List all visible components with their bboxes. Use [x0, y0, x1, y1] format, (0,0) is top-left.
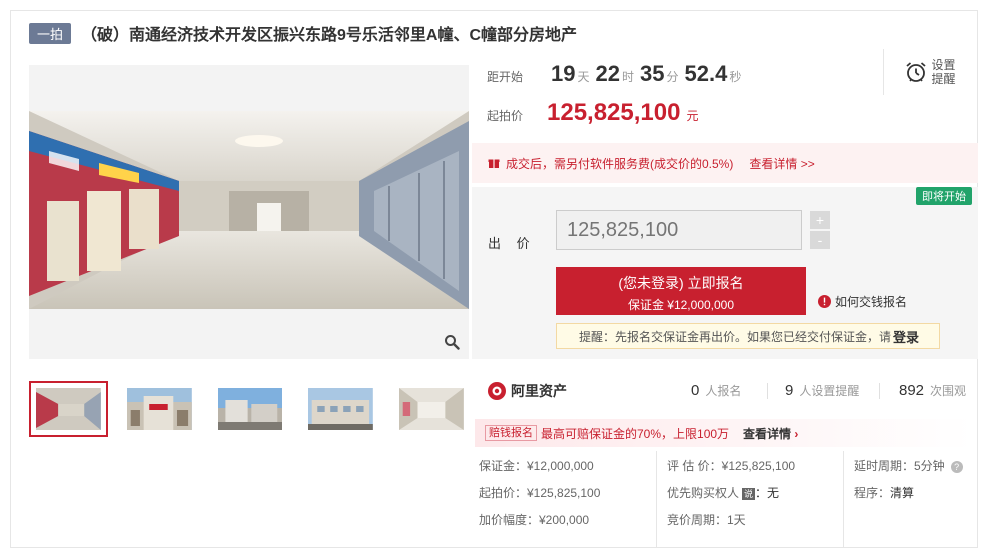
start-price-value: 125,825,100 — [547, 99, 681, 126]
how-to-pay-link[interactable]: 如何交钱报名 — [818, 293, 907, 310]
bid-label: 出 价 — [488, 236, 536, 251]
fee-notice-text: 成交后，需另付软件服务费(成交价的0.5%) — [506, 156, 734, 171]
priority-buyer-value: ：无 — [755, 486, 780, 500]
decrease-bid-button[interactable]: - — [810, 231, 830, 249]
countdown: 距开始 19 天 22 时 35 分 52.4 秒 — [487, 61, 743, 87]
ali-assets-brand: 阿里资产 — [487, 381, 567, 401]
login-link[interactable]: 登录 — [893, 327, 919, 346]
page-title: （破）南通经济技术开发区振兴东路9号乐活邻里A幢、C幢部分房地产 — [81, 27, 578, 44]
fee-notice: 成交后，需另付软件服务费(成交价的0.5%) 查看详情 >> — [472, 143, 978, 183]
reminders-count: 9 — [785, 382, 794, 399]
zoom-button[interactable] — [441, 331, 463, 353]
procedure-value: 清算 — [890, 486, 915, 500]
deposit-info: 保证金：¥12,000,000 — [479, 459, 594, 473]
login-tip-text: 提醒：先报名交保证金再出价。如果您已经交付保证金，请 — [579, 329, 892, 344]
signups-stat: 0 人报名 — [691, 382, 741, 399]
countdown-minutes: 35 — [640, 61, 665, 86]
compensation-promo: 赔钱报名 最高可赔保证金的70%，上限100万 查看详情 › — [475, 419, 973, 447]
procedure-info: 程序：清算 — [854, 484, 914, 501]
help-icon[interactable]: ? — [950, 460, 963, 473]
countdown-seconds-unit: 秒 — [729, 70, 742, 84]
countdown-hours: 22 — [595, 61, 620, 86]
countdown-days: 19 — [551, 61, 576, 86]
reminders-stat: 9 人设置提醒 — [785, 382, 859, 399]
start-price-label: 起拍价 — [487, 109, 524, 123]
status-badge: 即将开始 — [916, 187, 972, 205]
countdown-days-unit: 天 — [577, 70, 590, 84]
views-stat: 892 次围观 — [899, 382, 966, 399]
countdown-label: 距开始 — [487, 70, 524, 84]
set-reminder-label: 设置提醒 — [931, 58, 956, 86]
delay-cycle-text: 延时周期：5分钟 — [854, 459, 945, 473]
fee-details-link[interactable]: 查看详情 >> — [749, 155, 814, 172]
set-reminder-button[interactable]: 设置提醒 — [883, 49, 977, 95]
procedure-label: 程序： — [854, 486, 891, 500]
explain-badge-icon[interactable]: 说 — [742, 487, 756, 500]
promo-details-link[interactable]: 查看详情 › — [743, 425, 798, 442]
priority-buyer-info: 优先购买权人说：无 — [667, 484, 779, 501]
auction-round-tag: 一拍 — [29, 22, 72, 44]
reminders-unit: 人设置提醒 — [799, 384, 860, 398]
bid-amount-input[interactable] — [556, 210, 802, 250]
chevron-right-icon: › — [794, 426, 799, 441]
promo-details-label: 查看详情 — [743, 426, 792, 441]
main-photo[interactable] — [29, 65, 469, 359]
info-icon — [818, 295, 831, 308]
info-divider — [656, 451, 657, 547]
thumbnail-4[interactable] — [301, 381, 381, 437]
stats-divider — [879, 383, 880, 399]
countdown-minutes-unit: 分 — [666, 70, 679, 84]
views-count: 892 — [899, 382, 925, 399]
signup-button-label: (您未登录) 立即报名 — [618, 275, 744, 291]
title-row: 一拍 （破）南通经济技术开发区振兴东路9号乐活邻里A幢、C幢部分房地产 — [29, 21, 577, 45]
info-divider — [843, 451, 844, 547]
auction-card: 一拍 （破）南通经济技术开发区振兴东路9号乐活邻里A幢、C幢部分房地产 距开始 … — [10, 10, 978, 548]
how-to-pay-label: 如何交钱报名 — [835, 295, 908, 309]
gift-icon — [488, 159, 500, 168]
ali-assets-logo-icon — [488, 382, 506, 400]
countdown-hours-unit: 时 — [621, 70, 634, 84]
delay-cycle-info: 延时周期：5分钟? — [854, 457, 963, 474]
magnifier-icon — [445, 335, 460, 350]
start-price-info: 起拍价：¥125,825,100 — [479, 486, 601, 500]
bid-panel: 即将开始 出 价 + - (您未登录) 立即报名 保证金 ¥12,000,000… — [472, 187, 978, 359]
promo-tag: 赔钱报名 — [485, 425, 537, 441]
photo-mall-interior — [29, 111, 469, 309]
thumbnail-1[interactable] — [29, 381, 108, 437]
signups-count: 0 — [691, 382, 700, 399]
signup-button[interactable]: (您未登录) 立即报名 保证金 ¥12,000,000 — [556, 267, 806, 315]
start-price-unit: 元 — [686, 109, 699, 123]
thumbnail-2[interactable] — [119, 381, 199, 437]
bid-cycle-info: 竞价周期：1天 — [667, 513, 746, 527]
signups-unit: 人报名 — [705, 384, 742, 398]
ali-assets-brand-text: 阿里资产 — [511, 383, 567, 399]
alarm-clock-icon — [905, 62, 926, 82]
increase-bid-button[interactable]: + — [810, 211, 830, 229]
countdown-seconds: 52.4 — [684, 61, 728, 86]
priority-buyer-label: 优先购买权人 — [667, 486, 740, 500]
stats-divider — [767, 383, 768, 399]
thumbnail-strip — [29, 381, 471, 437]
thumbnail-3[interactable] — [210, 381, 290, 437]
appraisal-info: 评 估 价：¥125,825,100 — [667, 459, 796, 473]
login-tip: 提醒：先报名交保证金再出价。如果您已经交付保证金，请 登录 — [556, 323, 940, 349]
increment-info: 加价幅度：¥200,000 — [479, 513, 590, 527]
views-unit: 次围观 — [930, 384, 967, 398]
signup-deposit-label: 保证金 ¥12,000,000 — [627, 298, 735, 312]
start-price-row: 起拍价 125,825,100 元 — [487, 99, 698, 127]
thumbnail-5[interactable] — [392, 381, 471, 437]
promo-text: 最高可赔保证金的70%，上限100万 — [541, 426, 730, 441]
